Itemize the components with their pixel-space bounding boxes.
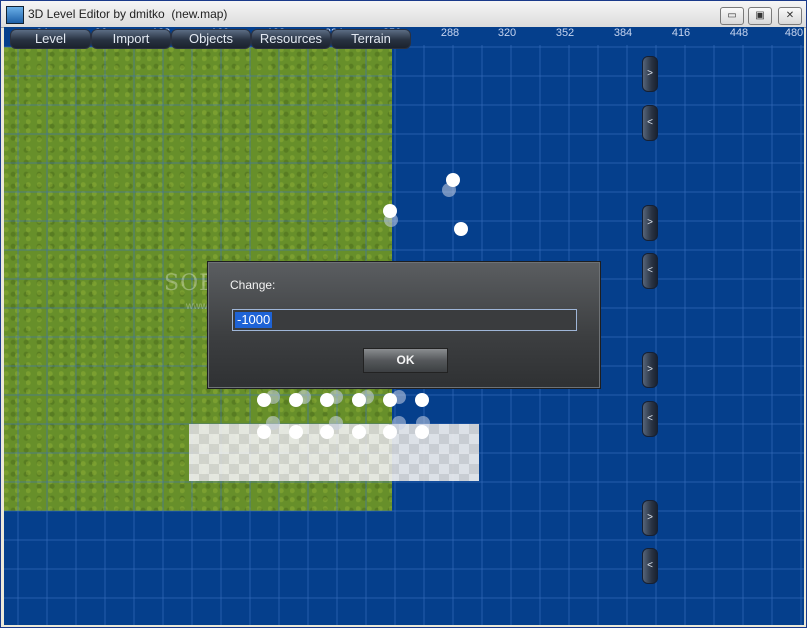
side-arrow-button[interactable]: <	[642, 548, 658, 584]
vertex-point[interactable]	[352, 393, 366, 407]
vertex-point[interactable]	[383, 425, 397, 439]
vertex-point[interactable]	[415, 425, 429, 439]
editor-window: 3D Level Editor by dmitko (new.map) ▭ ▣ …	[0, 0, 807, 628]
side-arrow-button[interactable]: >	[642, 205, 658, 241]
side-arrow-button[interactable]: >	[642, 56, 658, 92]
vertex-point[interactable]	[289, 393, 303, 407]
vertex-point[interactable]	[320, 393, 334, 407]
vertex-point[interactable]	[257, 425, 271, 439]
ruler-tick: 448	[729, 27, 749, 39]
menu-terrain[interactable]: Terrain	[331, 29, 411, 49]
value-input-text: -1000	[235, 312, 273, 328]
platform-object[interactable]	[189, 424, 479, 481]
value-input[interactable]: -1000	[232, 309, 577, 331]
vertex-point[interactable]	[383, 393, 397, 407]
map-viewport[interactable]: 64 96 128 160 192 224 256 288 320 352 38…	[4, 27, 804, 625]
side-arrow-button[interactable]: <	[642, 105, 658, 141]
vertex-point[interactable]	[257, 393, 271, 407]
maximize-button[interactable]: ▣	[748, 7, 772, 25]
title-bar[interactable]: 3D Level Editor by dmitko (new.map) ▭ ▣ …	[1, 1, 806, 28]
vertex-point[interactable]	[289, 425, 303, 439]
vertex-point[interactable]	[446, 173, 460, 187]
vertex-point[interactable]	[320, 425, 334, 439]
vertex-point[interactable]	[415, 393, 429, 407]
ruler-tick: 320	[497, 27, 517, 39]
vertex-point[interactable]	[352, 425, 366, 439]
minimize-button[interactable]: ▭	[720, 7, 744, 25]
ruler-tick: 288	[440, 27, 460, 39]
menu-level[interactable]: Level	[10, 29, 91, 49]
side-arrow-button[interactable]: <	[642, 401, 658, 437]
ruler-tick: 352	[555, 27, 575, 39]
ruler-tick: 416	[671, 27, 691, 39]
change-value-dialog: Change: -1000 OK	[207, 261, 601, 389]
menu-import[interactable]: Import	[91, 29, 171, 49]
side-arrow-button[interactable]: >	[642, 352, 658, 388]
ruler-tick: 480	[784, 27, 804, 39]
window-title: 3D Level Editor by dmitko (new.map)	[28, 7, 228, 21]
vertex-point[interactable]	[383, 204, 397, 218]
menu-objects[interactable]: Objects	[171, 29, 251, 49]
ok-button[interactable]: OK	[363, 348, 448, 373]
app-icon	[6, 6, 24, 24]
side-arrow-button[interactable]: >	[642, 500, 658, 536]
ruler-tick: 384	[613, 27, 633, 39]
close-button[interactable]: ✕	[778, 7, 802, 25]
side-arrow-button[interactable]: <	[642, 253, 658, 289]
dialog-label: Change:	[230, 278, 276, 292]
vertex-point[interactable]	[454, 222, 468, 236]
menu-resources[interactable]: Resources	[251, 29, 331, 49]
